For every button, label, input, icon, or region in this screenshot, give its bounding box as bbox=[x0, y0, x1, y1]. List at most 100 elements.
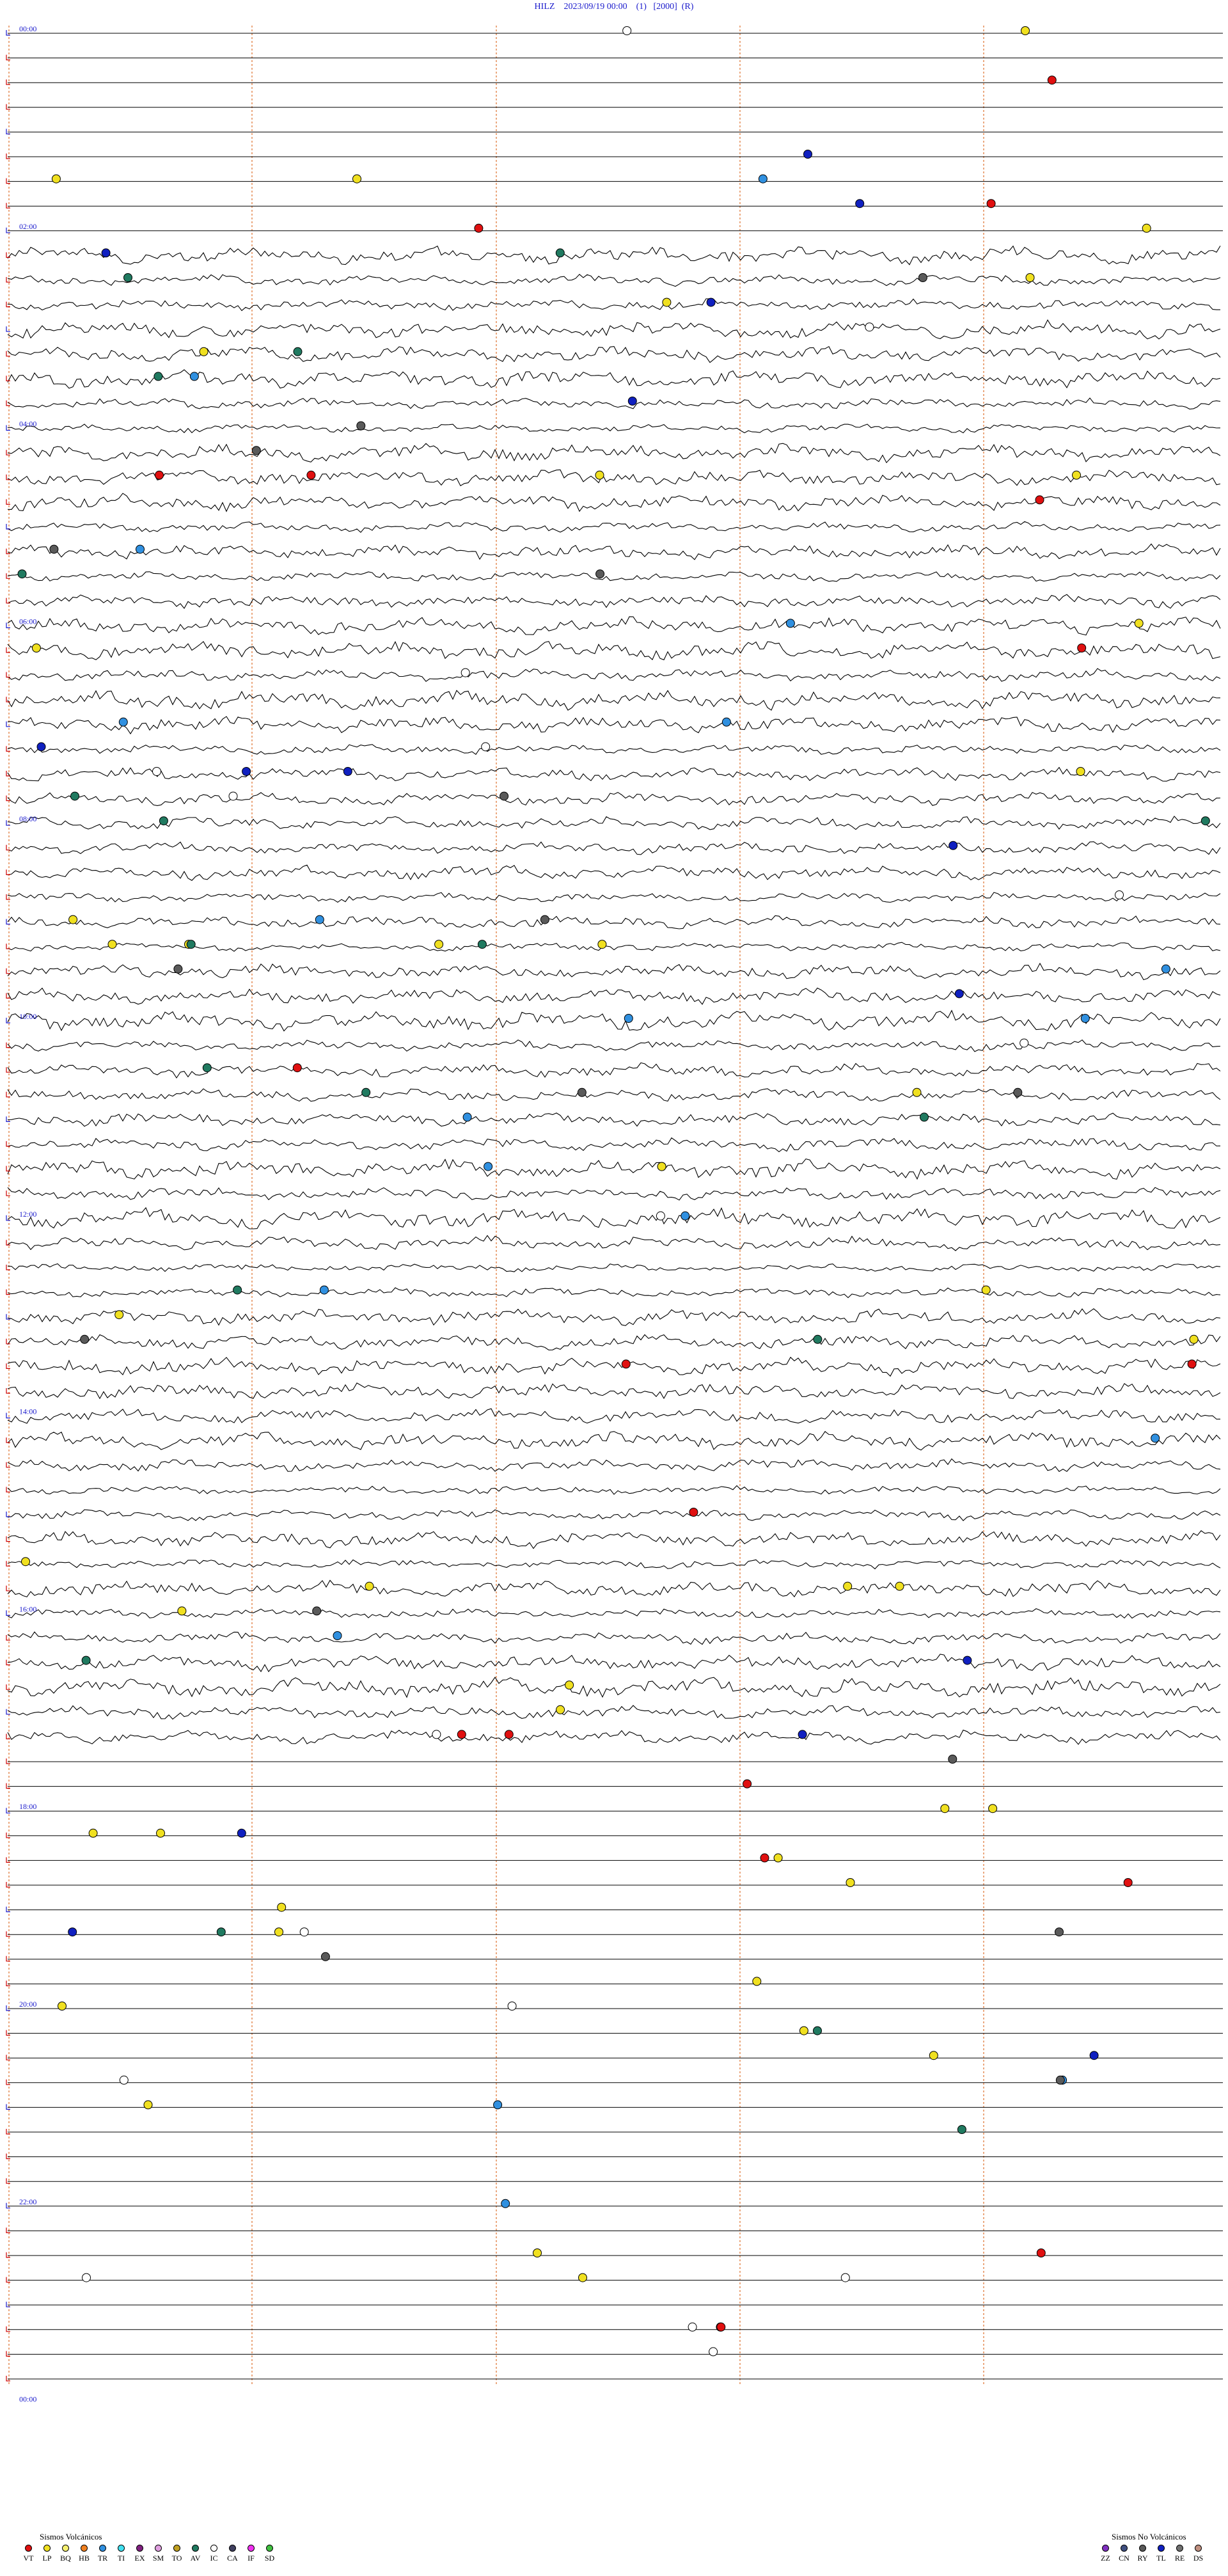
event-marker bbox=[333, 1631, 342, 1640]
row-start-tick bbox=[6, 548, 10, 555]
event-marker bbox=[493, 2100, 503, 2110]
event-marker bbox=[189, 372, 199, 381]
legend-dot-icon bbox=[1158, 2545, 1165, 2552]
legend-code: DS bbox=[1193, 2554, 1204, 2563]
row-start-tick bbox=[6, 1116, 10, 1122]
event-marker bbox=[688, 2322, 697, 2332]
event-marker bbox=[1077, 644, 1087, 652]
hour-label: 14:00 bbox=[19, 1407, 36, 1416]
event-markers bbox=[17, 26, 1210, 2357]
legend-dot-icon bbox=[99, 2545, 106, 2552]
legend-item-vt: VT bbox=[19, 2545, 38, 2563]
legend-dot-icon bbox=[25, 2545, 32, 2552]
row-start-tick bbox=[6, 2129, 10, 2135]
event-marker bbox=[507, 2002, 517, 2011]
trace-row bbox=[7, 1676, 1221, 1698]
event-marker bbox=[1187, 1359, 1197, 1369]
event-marker bbox=[1080, 1014, 1090, 1023]
trace-row bbox=[7, 962, 1221, 981]
event-marker bbox=[760, 1853, 769, 1863]
row-start-tick bbox=[6, 2302, 10, 2307]
trace-row bbox=[7, 1187, 1221, 1201]
legend-item-cn: CN bbox=[1115, 2545, 1133, 2563]
event-marker bbox=[343, 767, 352, 776]
row-start-tick bbox=[6, 1857, 10, 1863]
hour-label: 02:00 bbox=[19, 222, 36, 231]
legend-item-av: AV bbox=[186, 2545, 205, 2563]
legend-code: IC bbox=[210, 2554, 218, 2563]
legend-code: RY bbox=[1137, 2554, 1148, 2563]
event-marker bbox=[80, 1334, 90, 1344]
event-marker bbox=[798, 1730, 807, 1739]
trace-row bbox=[7, 319, 1221, 340]
legend-item-if: IF bbox=[242, 2545, 260, 2563]
row-start-tick bbox=[6, 1412, 10, 1419]
event-marker bbox=[533, 2248, 542, 2257]
event-marker bbox=[460, 668, 470, 677]
trace-row bbox=[7, 915, 1221, 929]
legend-item-sd: SD bbox=[260, 2545, 279, 2563]
row-start-tick bbox=[6, 54, 10, 61]
event-marker bbox=[948, 1755, 957, 1764]
event-marker bbox=[216, 1927, 226, 1937]
trace-row bbox=[7, 443, 1221, 464]
event-marker bbox=[432, 1730, 441, 1739]
trace-row bbox=[7, 594, 1221, 609]
trace-row bbox=[7, 1431, 1221, 1451]
event-marker bbox=[920, 1112, 929, 1122]
hour-label: 22:00 bbox=[19, 2197, 36, 2206]
event-marker bbox=[159, 816, 168, 826]
row-start-tick bbox=[6, 1980, 10, 1986]
event-marker bbox=[752, 1977, 762, 1986]
hour-label: 00:00 bbox=[19, 24, 36, 33]
event-marker bbox=[477, 940, 487, 949]
event-marker bbox=[1151, 1434, 1160, 1443]
event-marker bbox=[846, 1878, 855, 1887]
event-marker bbox=[277, 1902, 287, 1912]
event-marker bbox=[119, 2075, 129, 2085]
row-start-tick bbox=[6, 2178, 10, 2184]
event-marker bbox=[242, 767, 251, 776]
legend-dot-icon bbox=[155, 2545, 162, 2552]
event-marker bbox=[320, 1952, 330, 1961]
helicorder-plot: 00:00 02:00 04:00 06:00 08:00 10:00 12:00 14:00… bbox=[6, 24, 1223, 2404]
event-marker bbox=[721, 717, 731, 727]
legend-dot-icon bbox=[266, 2545, 273, 2552]
legend-dot-icon bbox=[173, 2545, 180, 2552]
legend-code: TO bbox=[171, 2554, 182, 2563]
event-marker bbox=[312, 1606, 322, 1616]
event-marker bbox=[743, 1779, 752, 1789]
legend-item-to: TO bbox=[168, 2545, 186, 2563]
event-marker bbox=[233, 1285, 242, 1295]
event-marker bbox=[865, 322, 874, 332]
event-marker bbox=[1072, 470, 1081, 480]
trace-row bbox=[7, 1559, 1221, 1570]
event-marker bbox=[1123, 1878, 1133, 1887]
row-start-tick bbox=[6, 1956, 10, 1962]
legend-item-hb: HB bbox=[75, 2545, 93, 2563]
trace-row bbox=[7, 1263, 1221, 1272]
hour-label: 12:00 bbox=[19, 1210, 36, 1219]
trace-row bbox=[7, 1062, 1221, 1079]
trace-row bbox=[7, 1608, 1221, 1619]
trace-row bbox=[7, 1579, 1221, 1598]
seismic-traces bbox=[6, 30, 1223, 2382]
event-marker bbox=[556, 1705, 565, 1714]
event-marker bbox=[1047, 75, 1057, 85]
row-start-tick bbox=[6, 2252, 10, 2258]
event-marker bbox=[1035, 495, 1044, 505]
legend-item-ex: EX bbox=[130, 2545, 149, 2563]
event-marker bbox=[136, 544, 145, 554]
trace-row bbox=[7, 640, 1221, 661]
hour-label: 16:00 bbox=[19, 1604, 36, 1613]
row-start-tick bbox=[6, 1931, 10, 1937]
hour-label: 18:00 bbox=[19, 1802, 36, 1811]
row-start-tick bbox=[6, 968, 10, 974]
event-marker bbox=[957, 2125, 966, 2134]
event-marker bbox=[356, 421, 366, 431]
row-start-tick bbox=[6, 1363, 10, 1369]
row-start-tick bbox=[6, 2055, 10, 2060]
event-marker bbox=[156, 1828, 165, 1838]
event-marker bbox=[949, 841, 958, 850]
event-marker bbox=[114, 1310, 124, 1320]
